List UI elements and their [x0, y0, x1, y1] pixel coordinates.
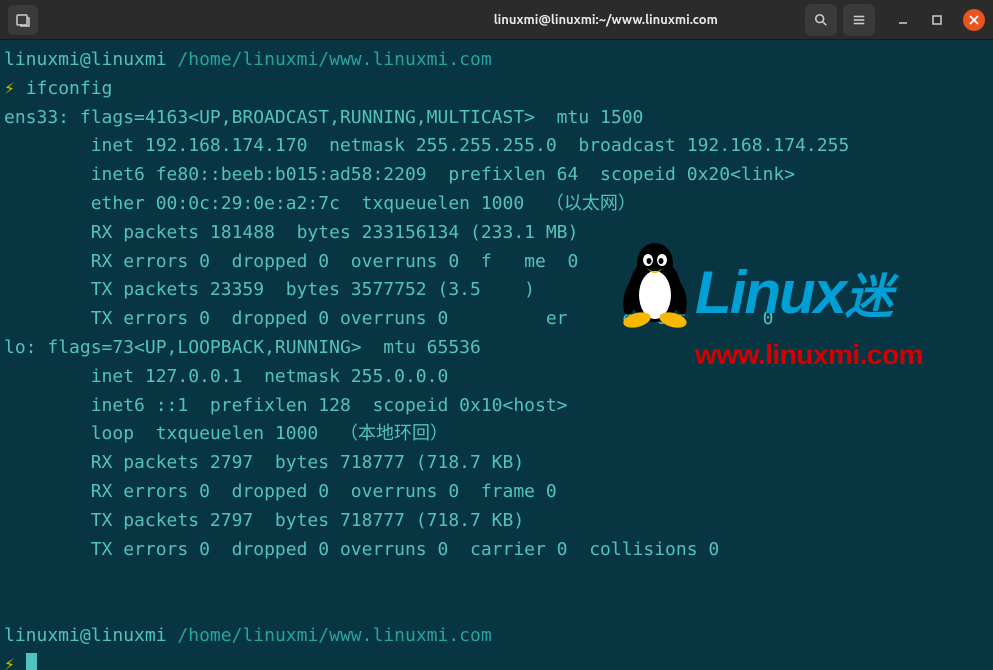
prompt-user: linuxmi@linuxmi	[4, 49, 167, 70]
output-line: RX errors 0 dropped 0 overruns 0 f me 0	[4, 248, 989, 277]
menu-button[interactable]	[843, 4, 875, 36]
output-line: inet6 ::1 prefixlen 128 scopeid 0x10<hos…	[4, 392, 989, 421]
new-tab-button[interactable]	[8, 5, 38, 35]
output-line: lo: flags=73<UP,LOOPBACK,RUNNING> mtu 65…	[4, 334, 989, 363]
output-line: loop txqueuelen 1000 （本地环回）	[4, 420, 989, 449]
output-line	[4, 593, 989, 622]
output-line: inet6 fe80::beeb:b015:ad58:2209 prefixle…	[4, 161, 989, 190]
window-controls	[895, 9, 985, 31]
lightning-icon: ⚡	[4, 654, 15, 670]
terminal-cursor	[26, 653, 37, 670]
titlebar-right	[805, 4, 985, 36]
prompt-path: /home/linuxmi/www.linuxmi.com	[177, 625, 491, 646]
maximize-icon	[931, 14, 943, 26]
new-tab-icon	[15, 12, 31, 28]
command-line-2: ⚡	[4, 651, 989, 670]
search-button[interactable]	[805, 4, 837, 36]
prompt-user: linuxmi@linuxmi	[4, 625, 167, 646]
output-line: inet 127.0.0.1 netmask 255.0.0.0	[4, 363, 989, 392]
command-line-1: ⚡ ifconfig	[4, 75, 989, 104]
search-icon	[814, 13, 828, 27]
output-line: RX packets 2797 bytes 718777 (718.7 KB)	[4, 449, 989, 478]
hamburger-icon	[852, 13, 866, 27]
output-line	[4, 564, 989, 593]
prompt-line-2: linuxmi@linuxmi /home/linuxmi/www.linuxm…	[4, 622, 989, 651]
output-line: RX errors 0 dropped 0 overruns 0 frame 0	[4, 478, 989, 507]
minimize-icon	[897, 14, 909, 26]
window-title: linuxmi@linuxmi:~/www.linuxmi.com	[407, 13, 806, 27]
close-icon	[969, 15, 979, 25]
output-line: inet 192.168.174.170 netmask 255.255.255…	[4, 132, 989, 161]
minimize-button[interactable]	[895, 12, 911, 28]
prompt-path: /home/linuxmi/www.linuxmi.com	[177, 49, 491, 70]
output-line: ether 00:0c:29:0e:a2:7c txqueuelen 1000 …	[4, 190, 989, 219]
output-line: ens33: flags=4163<UP,BROADCAST,RUNNING,M…	[4, 104, 989, 133]
lightning-icon: ⚡	[4, 78, 15, 99]
titlebar-left	[8, 5, 407, 35]
command-text: ifconfig	[26, 78, 113, 99]
terminal-area[interactable]: linuxmi@linuxmi /home/linuxmi/www.linuxm…	[0, 40, 993, 670]
output-line: RX packets 181488 bytes 233156134 (233.1…	[4, 219, 989, 248]
close-button[interactable]	[963, 9, 985, 31]
output-line: TX packets 23359 bytes 3577752 (3.5 )	[4, 276, 989, 305]
window-titlebar: linuxmi@linuxmi:~/www.linuxmi.com	[0, 0, 993, 40]
output-line: TX packets 2797 bytes 718777 (718.7 KB)	[4, 507, 989, 536]
maximize-button[interactable]	[929, 12, 945, 28]
output-line: TX errors 0 dropped 0 overruns 0 carrier…	[4, 536, 989, 565]
prompt-line-1: linuxmi@linuxmi /home/linuxmi/www.linuxm…	[4, 46, 989, 75]
output-line: TX errors 0 dropped 0 overruns 0 er c li…	[4, 305, 989, 334]
